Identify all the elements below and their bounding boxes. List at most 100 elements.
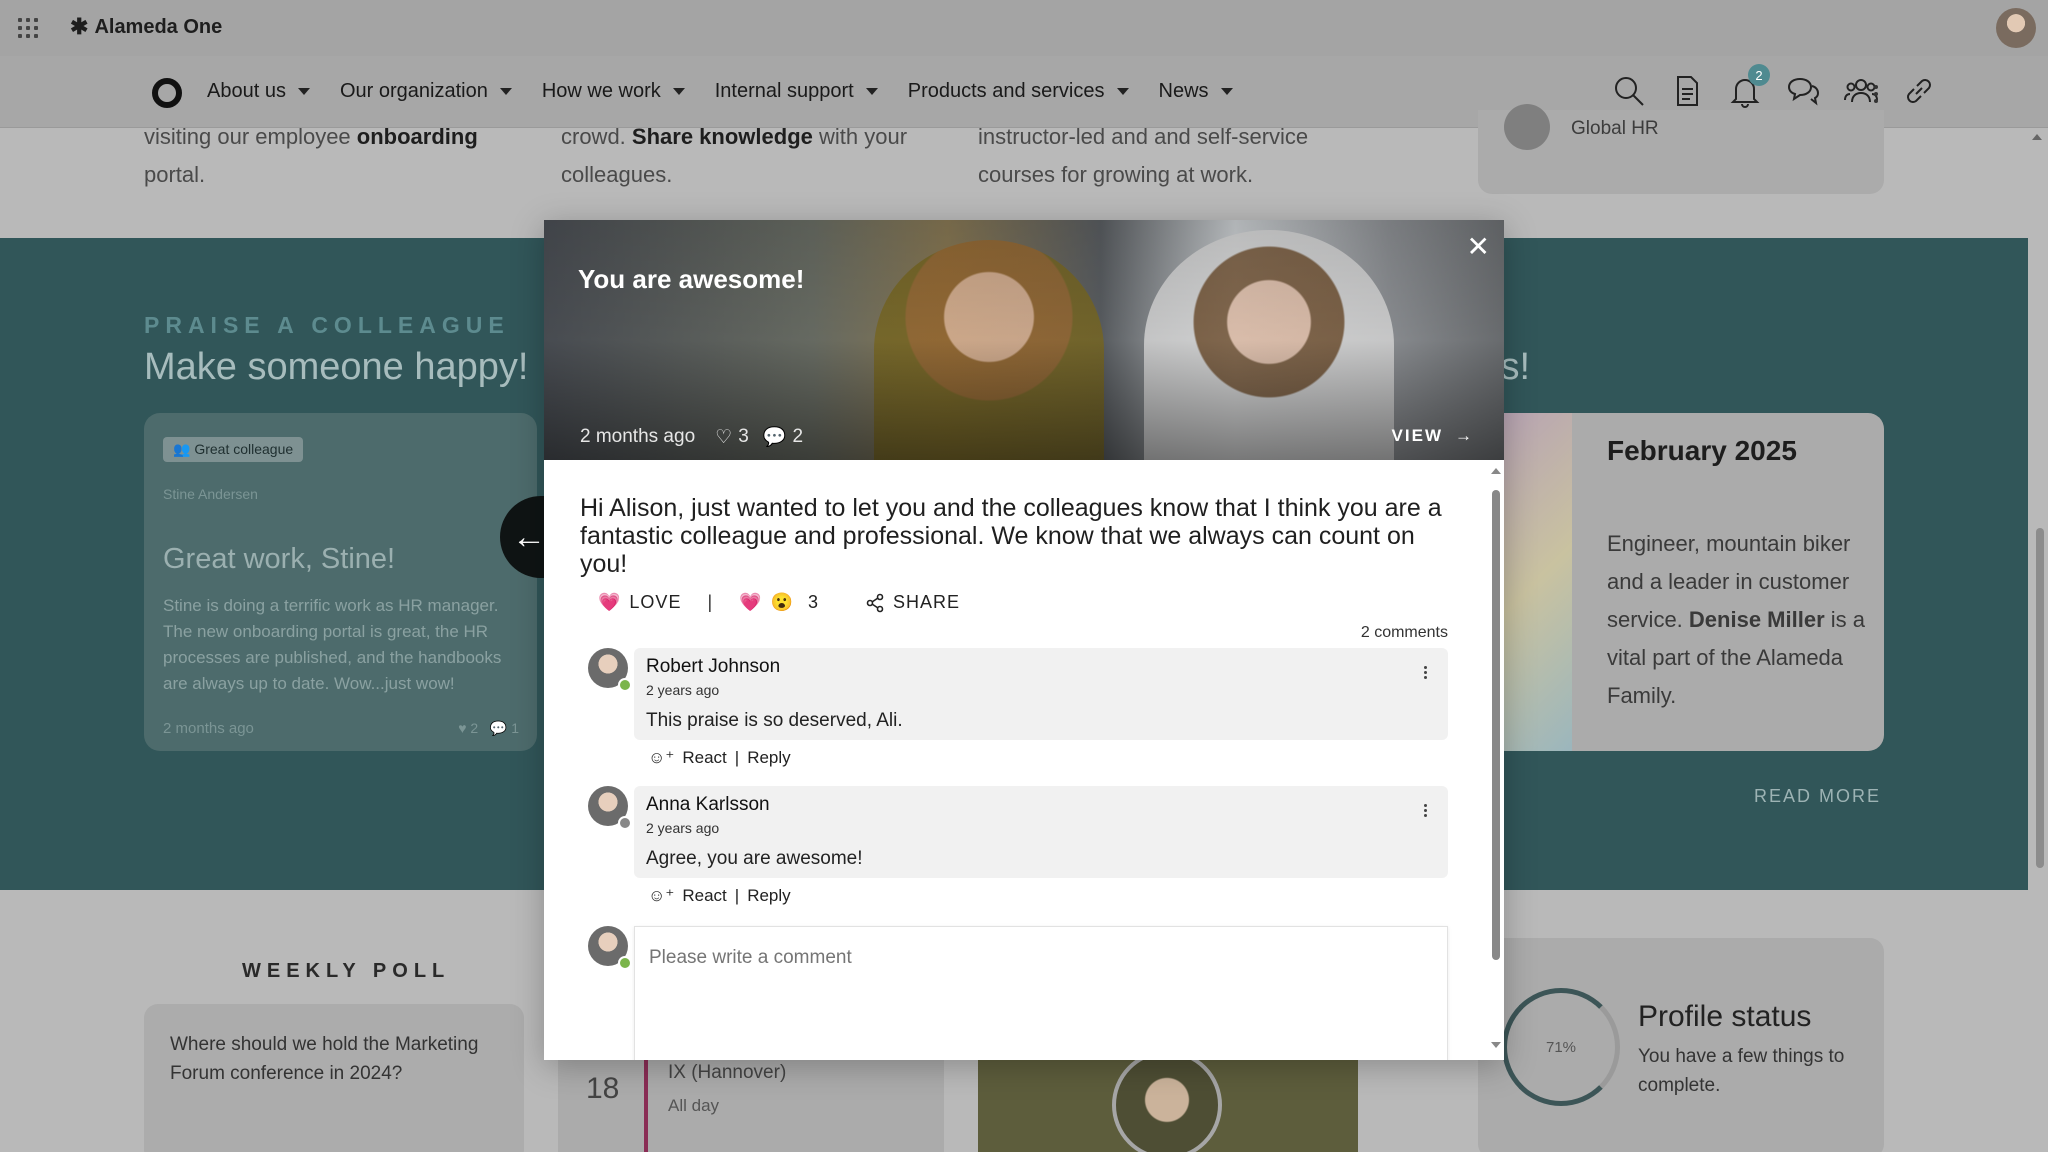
nav-item-label: Internal support [714, 80, 854, 102]
profile-status-title: Profile status [1638, 1000, 1812, 1033]
comment-bubble: Robert Johnson 2 years ago This praise i… [634, 648, 1448, 740]
employee-avatar [1112, 1050, 1222, 1152]
modal-meta: 2 months ago ♡ 3 💬 2 [580, 425, 803, 449]
profile-percent: 71% [1545, 1038, 1577, 1056]
spotlight-title: February 2025 [1607, 435, 1797, 466]
link-icon[interactable] [1902, 74, 1936, 108]
user-avatar[interactable] [1996, 8, 2036, 48]
page-scroll-up-icon[interactable] [2032, 134, 2042, 140]
view-label: VIEW [1391, 426, 1443, 445]
modal-time: 2 months ago [580, 426, 696, 447]
poll-card[interactable]: Where should we hold the Marketing Forum… [144, 1004, 524, 1152]
view-button[interactable]: VIEW → [1392, 426, 1474, 446]
nav-item-internal-support[interactable]: Internal support [715, 80, 878, 103]
divider: | [734, 748, 740, 767]
new-employee-card[interactable] [978, 1050, 1358, 1152]
page-scrollbar[interactable] [2036, 528, 2044, 868]
hr-avatar [1504, 104, 1550, 150]
people-icon[interactable] [1844, 74, 1878, 108]
logo-star-icon: ✱ [70, 14, 89, 39]
spotlight-image [1500, 413, 1572, 751]
comment-text: This praise is so deserved, Ali. [646, 710, 903, 731]
poll-question: Where should we hold the Marketing Forum… [170, 1034, 479, 1084]
hr-card-label: Global HR [1571, 118, 1659, 139]
nav-item-news[interactable]: News [1159, 80, 1233, 103]
global-hr-card[interactable]: Global HR [1478, 104, 1884, 194]
search-icon[interactable] [1612, 74, 1646, 108]
nav-item-label: Products and services [907, 80, 1105, 102]
scroll-down-icon[interactable] [1491, 1042, 1501, 1048]
comment-input[interactable] [649, 947, 1429, 969]
caret-down-icon [865, 88, 878, 95]
react-link[interactable]: React [682, 748, 726, 768]
app-launcher-icon[interactable] [18, 18, 38, 38]
nav-item-our-organization[interactable]: Our organization [340, 80, 512, 103]
praise-recipient: Stine Andersen [163, 486, 258, 502]
poll-kicker: WEEKLY POLL [242, 960, 451, 982]
share-label: SHARE [893, 592, 961, 612]
spotlight-body: Engineer, mountain biker and a leader in… [1607, 531, 1865, 708]
event-time: All day [668, 1096, 720, 1115]
praise-message: Hi Alison, just wanted to let you and th… [580, 494, 1442, 578]
love-label: LOVE [629, 592, 682, 612]
comments-count[interactable]: 2 comments [1361, 624, 1448, 642]
comment-actions: ☺⁺ React | Reply [648, 886, 791, 906]
profile-status-card[interactable]: 71% Profile status You have a few things… [1478, 938, 1884, 1152]
chat-icon[interactable] [1786, 74, 1820, 108]
comment-time: 2 years ago [646, 682, 720, 698]
comment-menu-icon[interactable] [1424, 802, 1428, 819]
share-button[interactable]: SHARE [865, 592, 960, 613]
commenter-name[interactable]: Anna Karlsson [646, 794, 770, 816]
praise-card[interactable]: 👥 Great colleague Stine Andersen Great w… [144, 413, 537, 751]
reply-link[interactable]: Reply [747, 886, 790, 906]
nav-item-label: About us [207, 80, 286, 102]
divider: | [707, 592, 714, 612]
employee-spotlight-card[interactable]: February 2025 Engineer, mountain biker a… [1500, 413, 1884, 751]
praise-modal: You are awesome! 2 months ago ♡ 3 💬 2 ✕ … [544, 220, 1504, 1060]
caret-down-icon [672, 88, 685, 95]
comment-menu-icon[interactable] [1424, 664, 1428, 681]
calendar-event-card[interactable]: 18 IX (Hannover) All day [558, 1050, 944, 1152]
more-options-icon[interactable] [1874, 82, 1880, 106]
commenter-avatar[interactable] [588, 648, 632, 692]
event-color-bar [644, 1050, 648, 1152]
notifications-bell-icon[interactable]: 2 [1728, 64, 1770, 108]
praise-card-stats: ♥ 2 💬 1 [458, 720, 519, 736]
reaction-surprised-icon: 😮 [770, 592, 794, 612]
notification-badge: 2 [1748, 64, 1770, 86]
nav-item-label: Our organization [339, 80, 488, 102]
comment-actions: ☺⁺ React | Reply [648, 748, 791, 768]
praise-hero-image: You are awesome! 2 months ago ♡ 3 💬 2 ✕ … [544, 220, 1504, 460]
comment-bubble: Anna Karlsson 2 years ago Agree, you are… [634, 786, 1448, 878]
comment-input-box[interactable] [634, 926, 1448, 1060]
current-user-avatar [588, 926, 632, 970]
nav-item-how-we-work[interactable]: How we work [542, 80, 685, 103]
nav-item-products-and-services[interactable]: Products and services [908, 80, 1129, 103]
love-button[interactable]: 💗 LOVE [598, 592, 681, 613]
intro-courses-text: instructor-led and and self-service cour… [978, 124, 1309, 187]
caret-down-icon [499, 88, 512, 95]
document-icon[interactable] [1670, 74, 1704, 108]
share-icon [866, 593, 884, 612]
scroll-thumb[interactable] [1492, 490, 1500, 960]
nav-item-label: How we work [541, 80, 661, 102]
read-more-link[interactable]: READ MORE [1754, 786, 1881, 807]
modal-scrollbar[interactable] [1491, 468, 1501, 1048]
commenter-name[interactable]: Robert Johnson [646, 656, 780, 678]
home-logo-icon[interactable] [152, 78, 182, 108]
praise-card-body: Stine is doing a terrific work as HR man… [163, 596, 502, 693]
nav-item-about-us[interactable]: About us [207, 80, 310, 103]
app-logo[interactable]: ✱ Alameda One [70, 14, 222, 40]
commenter-avatar[interactable] [588, 786, 632, 830]
praise-title: Make someone happy! [144, 346, 529, 388]
reactions-summary[interactable]: 💗 😮 3 [739, 592, 819, 613]
reply-link[interactable]: Reply [747, 748, 790, 768]
reaction-heart-icon: 💗 [739, 592, 763, 612]
praise-card-title: Great work, Stine! [163, 543, 396, 575]
react-link[interactable]: React [682, 886, 726, 906]
top-bar: ✱ Alameda One [0, 0, 2048, 56]
modal-likes-count: 3 [738, 426, 749, 447]
close-icon[interactable]: ✕ [1467, 230, 1490, 263]
comment-text: Agree, you are awesome! [646, 848, 863, 869]
scroll-up-icon[interactable] [1491, 468, 1501, 474]
